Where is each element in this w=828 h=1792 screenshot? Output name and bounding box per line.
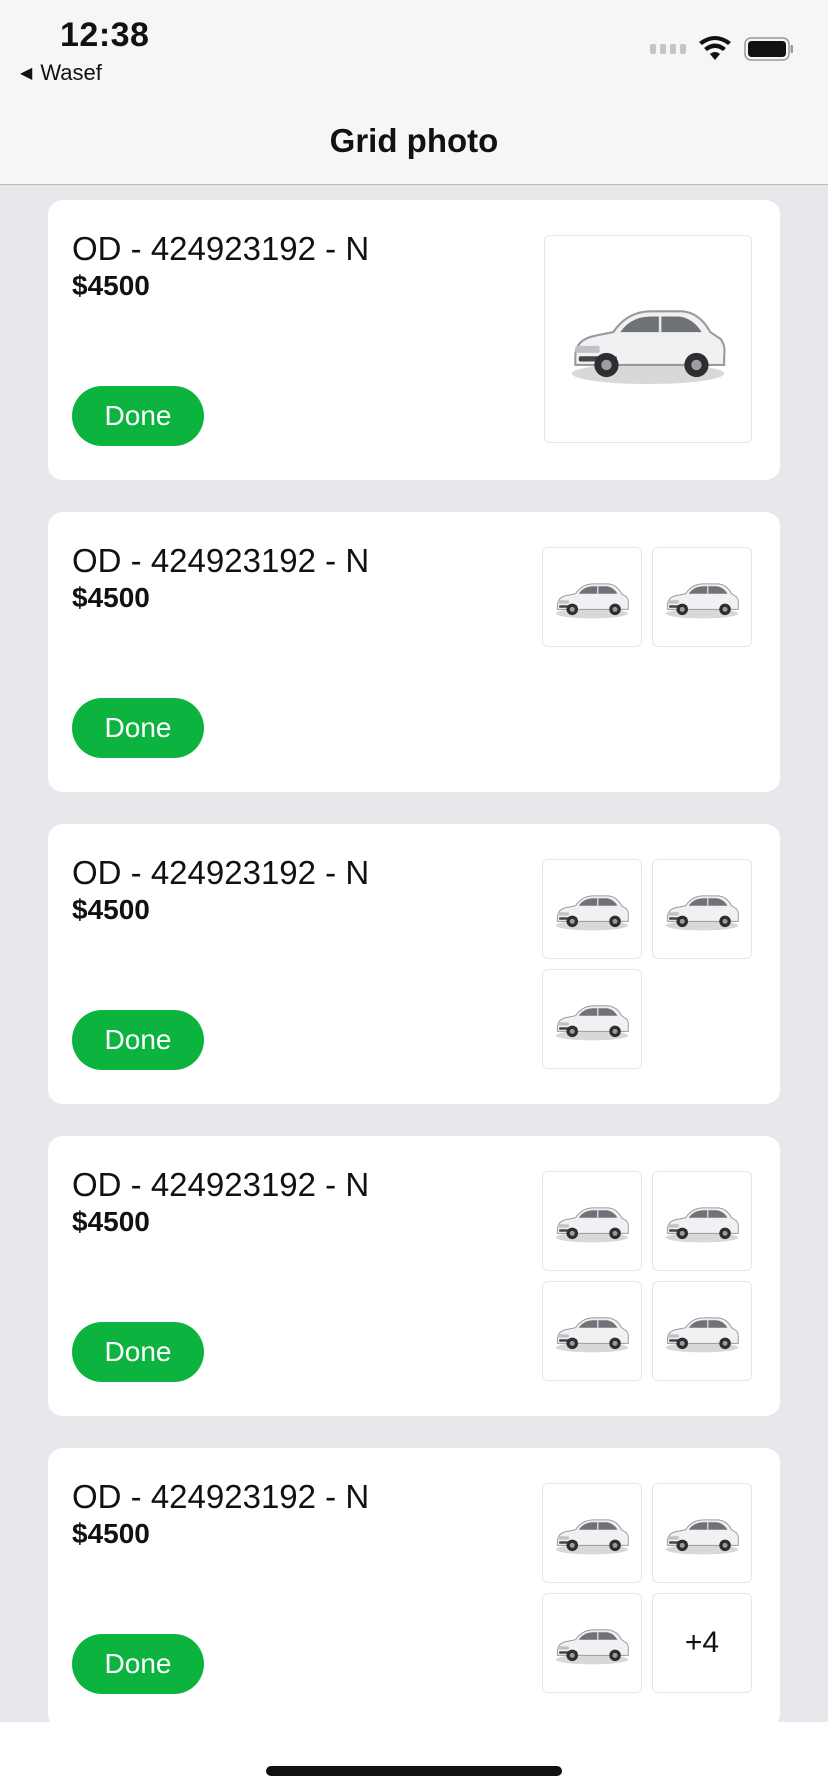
home-indicator-area <box>0 1722 828 1792</box>
photo-thumbnail[interactable] <box>542 1593 642 1693</box>
done-button[interactable]: Done <box>72 386 204 446</box>
photo-thumbnail[interactable] <box>542 1171 642 1271</box>
car-photo-icon <box>665 895 740 932</box>
car-photo-icon <box>555 1629 630 1666</box>
order-id: OD - 424923192 - N <box>72 230 370 267</box>
status-icons <box>650 36 794 62</box>
car-photo-icon <box>665 583 740 620</box>
back-to-app-link[interactable]: ◀ Wasef <box>20 60 102 86</box>
order-id: OD - 424923192 - N <box>72 542 370 579</box>
order-card: OD - 424923192 - N $4500 Done <box>48 1136 780 1416</box>
order-price: $4500 <box>72 1206 150 1237</box>
done-button[interactable]: Done <box>72 1634 204 1694</box>
order-price: $4500 <box>72 894 150 925</box>
home-indicator[interactable] <box>266 1766 562 1776</box>
order-card: OD - 424923192 - N $4500 Done <box>48 824 780 1104</box>
photo-thumbnail[interactable] <box>652 547 752 647</box>
more-photos-tile[interactable]: +4 <box>652 1593 752 1693</box>
cellular-signal-icon <box>650 44 686 54</box>
status-time: 12:38 <box>60 16 150 54</box>
order-card: OD - 424923192 - N $4500 Done <box>48 200 780 480</box>
order-price: $4500 <box>72 270 150 301</box>
back-app-label: Wasef <box>40 60 102 85</box>
order-id: OD - 424923192 - N <box>72 1478 370 1515</box>
order-price: $4500 <box>72 1518 150 1549</box>
done-button[interactable]: Done <box>72 1010 204 1070</box>
photo-thumbnail[interactable] <box>542 1483 642 1583</box>
order-id: OD - 424923192 - N <box>72 1166 370 1203</box>
car-photo-icon <box>555 1207 630 1244</box>
order-card: OD - 424923192 - N $4500 Done +4 <box>48 1448 780 1728</box>
back-arrow-icon: ◀ <box>20 65 33 82</box>
done-button[interactable]: Done <box>72 1322 204 1382</box>
photo-thumbnail[interactable] <box>652 1281 752 1381</box>
page-title: Grid photo <box>329 122 499 159</box>
status-bar: 12:38 ◀ Wasef <box>0 0 828 96</box>
car-photo-icon <box>555 1317 630 1354</box>
more-photos-count: +4 <box>684 1626 720 1659</box>
battery-icon <box>744 37 793 61</box>
car-photo-icon <box>555 1005 630 1042</box>
done-button[interactable]: Done <box>72 698 204 758</box>
order-card: OD - 424923192 - N $4500 Done <box>48 512 780 792</box>
photo-thumbnail[interactable] <box>542 1281 642 1381</box>
order-price: $4500 <box>72 582 150 613</box>
car-photo-icon <box>665 1207 740 1244</box>
order-id: OD - 424923192 - N <box>72 854 370 891</box>
photo-thumbnail[interactable] <box>542 969 642 1069</box>
car-photo-icon <box>570 309 727 386</box>
wifi-icon <box>699 36 731 60</box>
car-photo-icon <box>665 1317 740 1354</box>
photo-thumbnail[interactable] <box>652 1171 752 1271</box>
car-photo-icon <box>555 583 630 620</box>
navigation-bar: Grid photo <box>0 96 828 185</box>
photo-thumbnail[interactable] <box>544 235 752 443</box>
photo-thumbnail[interactable] <box>542 859 642 959</box>
car-photo-icon <box>555 895 630 932</box>
car-photo-icon <box>665 1519 740 1556</box>
photo-thumbnail[interactable] <box>652 859 752 959</box>
photo-thumbnail[interactable] <box>652 1483 752 1583</box>
car-photo-icon <box>555 1519 630 1556</box>
photo-thumbnail[interactable] <box>542 547 642 647</box>
